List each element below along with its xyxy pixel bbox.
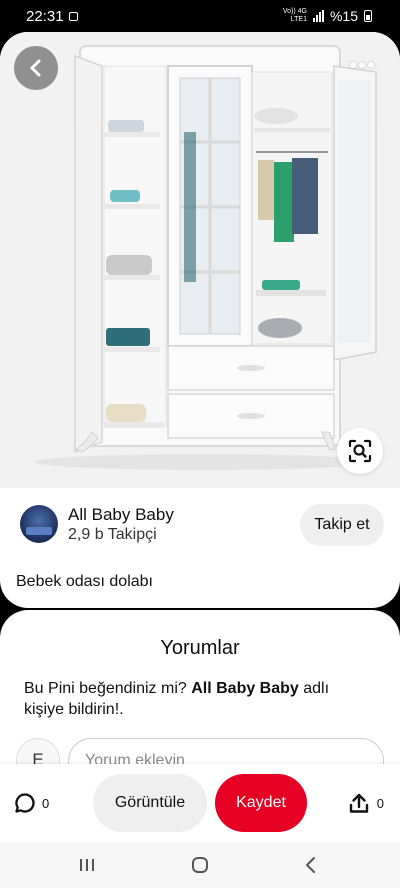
- comments-title: Yorumlar: [160, 637, 240, 659]
- save-button[interactable]: Kaydet: [215, 774, 307, 832]
- visual-search-button[interactable]: [337, 428, 383, 474]
- creator-avatar[interactable]: [20, 505, 58, 543]
- share-icon: [349, 793, 368, 813]
- pin-image[interactable]: [0, 32, 400, 488]
- home-button[interactable]: [187, 852, 213, 878]
- recents-icon: [80, 859, 94, 871]
- chevron-left-icon: [30, 59, 41, 77]
- action-bar: 0 Görüntüle Kaydet 0: [0, 764, 400, 842]
- status-bar: 22:31 Vo)) 4G LTE1 %15: [0, 0, 400, 32]
- network-indicator: Vo)) 4G LTE1: [282, 8, 307, 23]
- status-indicators: Vo)) 4G LTE1 %15: [283, 8, 372, 24]
- nav-back-button[interactable]: [298, 852, 324, 878]
- more-options-button[interactable]: [350, 62, 374, 68]
- comments-prompt: Bu Pini beğendiniz mi? All Baby Baby adl…: [24, 680, 330, 718]
- share-count: 0: [376, 795, 384, 811]
- speech-bubble-icon: [15, 793, 35, 813]
- follow-button[interactable]: Takip et: [300, 504, 384, 546]
- view-button[interactable]: Görüntüle: [93, 774, 207, 832]
- status-time: 22:31: [26, 8, 64, 25]
- pin-card: All Baby Baby 2,9 b Takipçi Takip et Beb…: [0, 32, 400, 608]
- share-button[interactable]: 0: [348, 792, 384, 814]
- system-nav-bar: [0, 842, 400, 888]
- creator-name[interactable]: All Baby Baby: [68, 505, 174, 525]
- battery-percent: %15: [329, 8, 358, 24]
- creator-mention: All Baby Baby: [191, 680, 299, 697]
- comment-button[interactable]: 0: [14, 792, 49, 814]
- recents-button[interactable]: [74, 852, 100, 878]
- battery-icon: [364, 10, 372, 22]
- home-icon: [192, 857, 208, 873]
- comment-count: 0: [42, 795, 50, 811]
- pin-description: Bebek odası dolabı: [16, 573, 153, 590]
- creator-row: All Baby Baby 2,9 b Takipçi Takip et: [20, 502, 384, 546]
- signal-icon: [312, 10, 324, 22]
- back-button[interactable]: [14, 46, 58, 90]
- more-dots-icon: [350, 62, 356, 68]
- notification-icon: [69, 12, 78, 21]
- wardrobe-image: [0, 32, 400, 488]
- nav-back-icon: [306, 857, 315, 873]
- creator-followers: 2,9 b Takipçi: [68, 526, 157, 543]
- visual-search-icon: [348, 439, 372, 463]
